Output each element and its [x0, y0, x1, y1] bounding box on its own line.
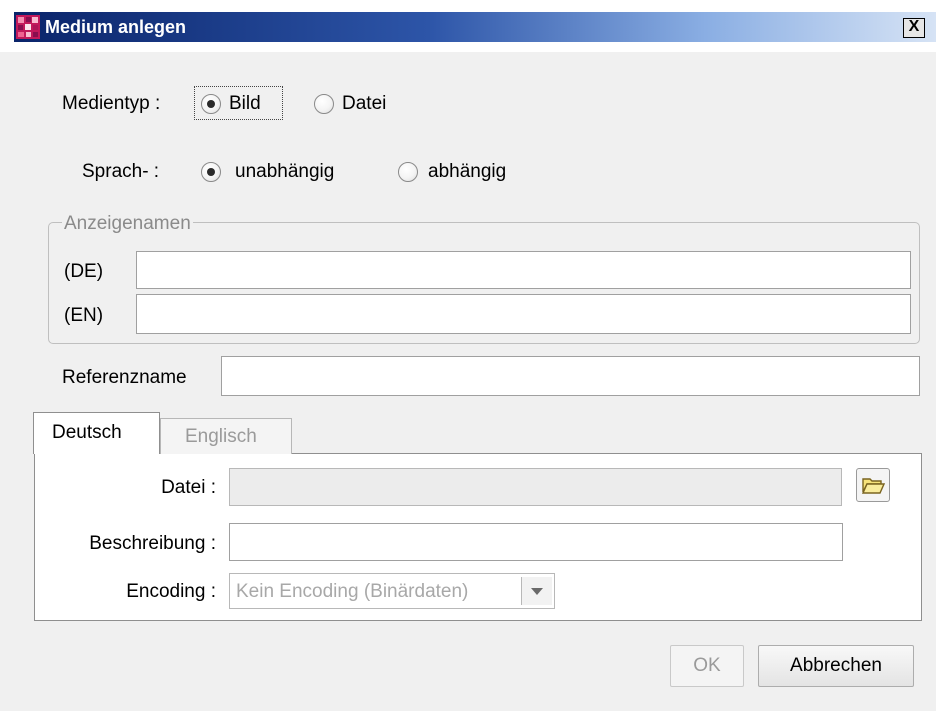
- dialog-title: Medium anlegen: [45, 17, 187, 37]
- media-type-bild-label[interactable]: Bild: [229, 92, 261, 116]
- tab-deutsch[interactable]: Deutsch: [33, 412, 160, 454]
- tab-englisch[interactable]: Englisch: [160, 418, 292, 454]
- display-name-de-label: (DE): [64, 261, 104, 282]
- app-icon: [16, 15, 40, 39]
- language-dependent-label[interactable]: abhängig: [428, 160, 506, 184]
- folder-open-icon: [861, 478, 885, 494]
- encoding-dropdown-button: [521, 577, 552, 605]
- display-name-en-input[interactable]: [136, 294, 911, 334]
- tab-deutsch-label: Deutsch: [52, 422, 122, 443]
- display-name-en-label: (EN): [64, 305, 104, 326]
- browse-file-button[interactable]: [856, 468, 890, 502]
- media-type-datei-radio[interactable]: [314, 94, 334, 114]
- media-type-bild-radio[interactable]: [201, 94, 221, 114]
- chevron-down-icon: [531, 588, 543, 595]
- display-names-legend: Anzeigenamen: [62, 212, 193, 236]
- encoding-select-value: Kein Encoding (Binärdaten): [236, 581, 469, 602]
- encoding-label: Encoding :: [126, 581, 216, 602]
- description-input[interactable]: [229, 523, 843, 561]
- file-label: Datei :: [161, 477, 216, 498]
- file-input: [229, 468, 842, 506]
- language-independent-label[interactable]: unabhängig: [235, 160, 334, 184]
- media-type-datei-label[interactable]: Datei: [342, 92, 386, 116]
- cancel-button[interactable]: Abbrechen: [758, 645, 914, 687]
- description-label: Beschreibung :: [89, 533, 216, 554]
- language-independent-radio[interactable]: [201, 162, 221, 182]
- close-icon: X: [908, 18, 920, 35]
- media-type-label: Medientyp :: [62, 93, 161, 114]
- display-name-de-input[interactable]: [136, 251, 911, 289]
- tab-englisch-label: Englisch: [185, 426, 257, 447]
- reference-name-label: Referenzname: [62, 367, 187, 388]
- close-button[interactable]: X: [903, 18, 925, 38]
- reference-name-input[interactable]: [221, 356, 920, 396]
- encoding-select: Kein Encoding (Binärdaten): [229, 573, 555, 609]
- language-label: Sprach- :: [82, 161, 160, 182]
- language-dependent-radio[interactable]: [398, 162, 418, 182]
- ok-button: OK: [670, 645, 744, 687]
